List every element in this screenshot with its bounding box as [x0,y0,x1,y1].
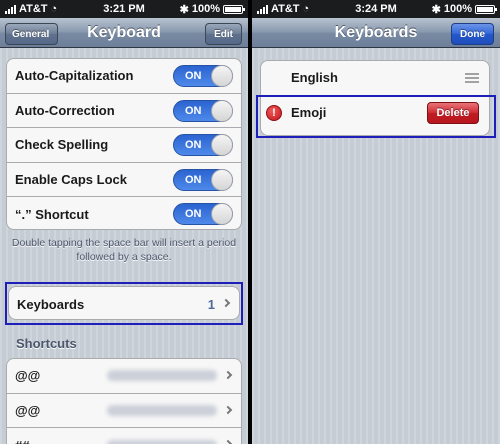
toggle-knob [211,99,233,122]
battery-icon [223,4,245,14]
done-button-label: Done [460,28,485,40]
setting-label: Auto-Capitalization [15,68,134,84]
redacted-text [107,370,217,382]
nav-bar: General Keyboard Edit [0,18,248,48]
toggle-state: ON [185,173,202,186]
status-bar: AT&T ◔ 3:24 PM ✱ 100% [252,0,500,18]
highlight-box [5,282,243,325]
toggle-state: ON [185,104,202,117]
caps-lock-toggle[interactable]: ON [173,168,233,191]
toggle-knob [211,203,233,225]
toggle-state: ON [185,208,202,220]
done-button[interactable]: Done [451,23,494,45]
status-right: ✱ 100% [179,3,245,16]
toggle-state: ON [185,70,202,82]
setting-row-caps-lock: Enable Caps Lock ON [7,163,241,197]
check-spelling-toggle[interactable]: ON [173,134,233,156]
toggle-state: ON [185,139,202,151]
carrier-group: AT&T ◔ [257,3,309,15]
carrier-label: AT&T [271,3,300,15]
period-shortcut-footnote: Double tapping the space bar will insert… [11,237,237,263]
signal-icon [257,4,268,14]
back-button[interactable]: General [5,23,59,45]
shortcut-phrase: @@ [15,402,41,418]
redacted-text [107,439,217,444]
period-shortcut-toggle[interactable]: ON [173,203,233,225]
keyboard-label: English [291,70,338,86]
reorder-grip-icon[interactable] [465,73,479,83]
auto-correction-toggle[interactable]: ON [173,99,233,122]
status-right: ✱ 100% [431,3,497,16]
carrier-label: AT&T [19,3,48,15]
auto-capitalization-toggle[interactable]: ON [173,65,233,87]
nav-bar: Keyboards Done [252,18,500,48]
page-title: Keyboard [87,23,161,41]
shortcut-row[interactable]: ## [7,428,241,444]
shortcut-phrase: ## [15,438,29,444]
chevron-right-icon [223,405,233,414]
shortcut-phrase: @@ [15,368,41,384]
back-button-label: General [12,28,50,40]
redacted-text [107,404,217,416]
highlight-box [256,95,496,138]
carrier-group: AT&T ◔ [5,3,57,15]
battery-percent: 100% [191,3,220,15]
status-bar: AT&T ◔ 3:21 PM ✱ 100% [0,0,248,18]
shortcut-row[interactable]: @@ [7,394,241,428]
shortcuts-group: @@ @@ ## [6,358,242,444]
bluetooth-icon: ✱ [431,3,441,16]
page-title: Keyboards [334,23,418,41]
chevron-right-icon [223,439,233,444]
wifi-icon: ◔ [302,3,310,15]
setting-row-period-shortcut: “.” Shortcut ON [7,197,241,229]
edit-button-label: Edit [214,28,233,40]
wifi-icon: ◔ [50,3,58,15]
setting-label: Enable Caps Lock [15,171,127,187]
battery-percent: 100% [443,3,472,15]
setting-label: Auto-Correction [15,102,115,118]
battery-icon [475,4,497,14]
shortcut-row[interactable]: @@ [7,359,241,394]
toggle-knob [211,168,233,191]
setting-row-auto-correction: Auto-Correction ON [7,94,241,128]
keyboard-settings-screen: AT&T ◔ 3:21 PM ✱ 100% General Keyboard E… [0,0,248,444]
setting-row-auto-capitalization: Auto-Capitalization ON [7,59,241,94]
setting-label: Check Spelling [15,137,109,153]
signal-icon [5,4,16,14]
bluetooth-icon: ✱ [179,3,189,16]
keyboards-list-screen: AT&T ◔ 3:24 PM ✱ 100% Keyboards Done Eng… [252,0,500,444]
chevron-right-icon [223,370,233,380]
toggle-knob [211,65,233,87]
shortcuts-header: Shortcuts [16,336,77,351]
setting-label: “.” Shortcut [15,206,89,222]
toggle-knob [211,134,233,156]
keyboard-item-english[interactable]: English [261,61,489,96]
edit-button[interactable]: Edit [205,23,242,45]
setting-row-check-spelling: Check Spelling ON [7,128,241,163]
settings-group: Auto-Capitalization ON Auto-Correction O… [6,58,242,230]
